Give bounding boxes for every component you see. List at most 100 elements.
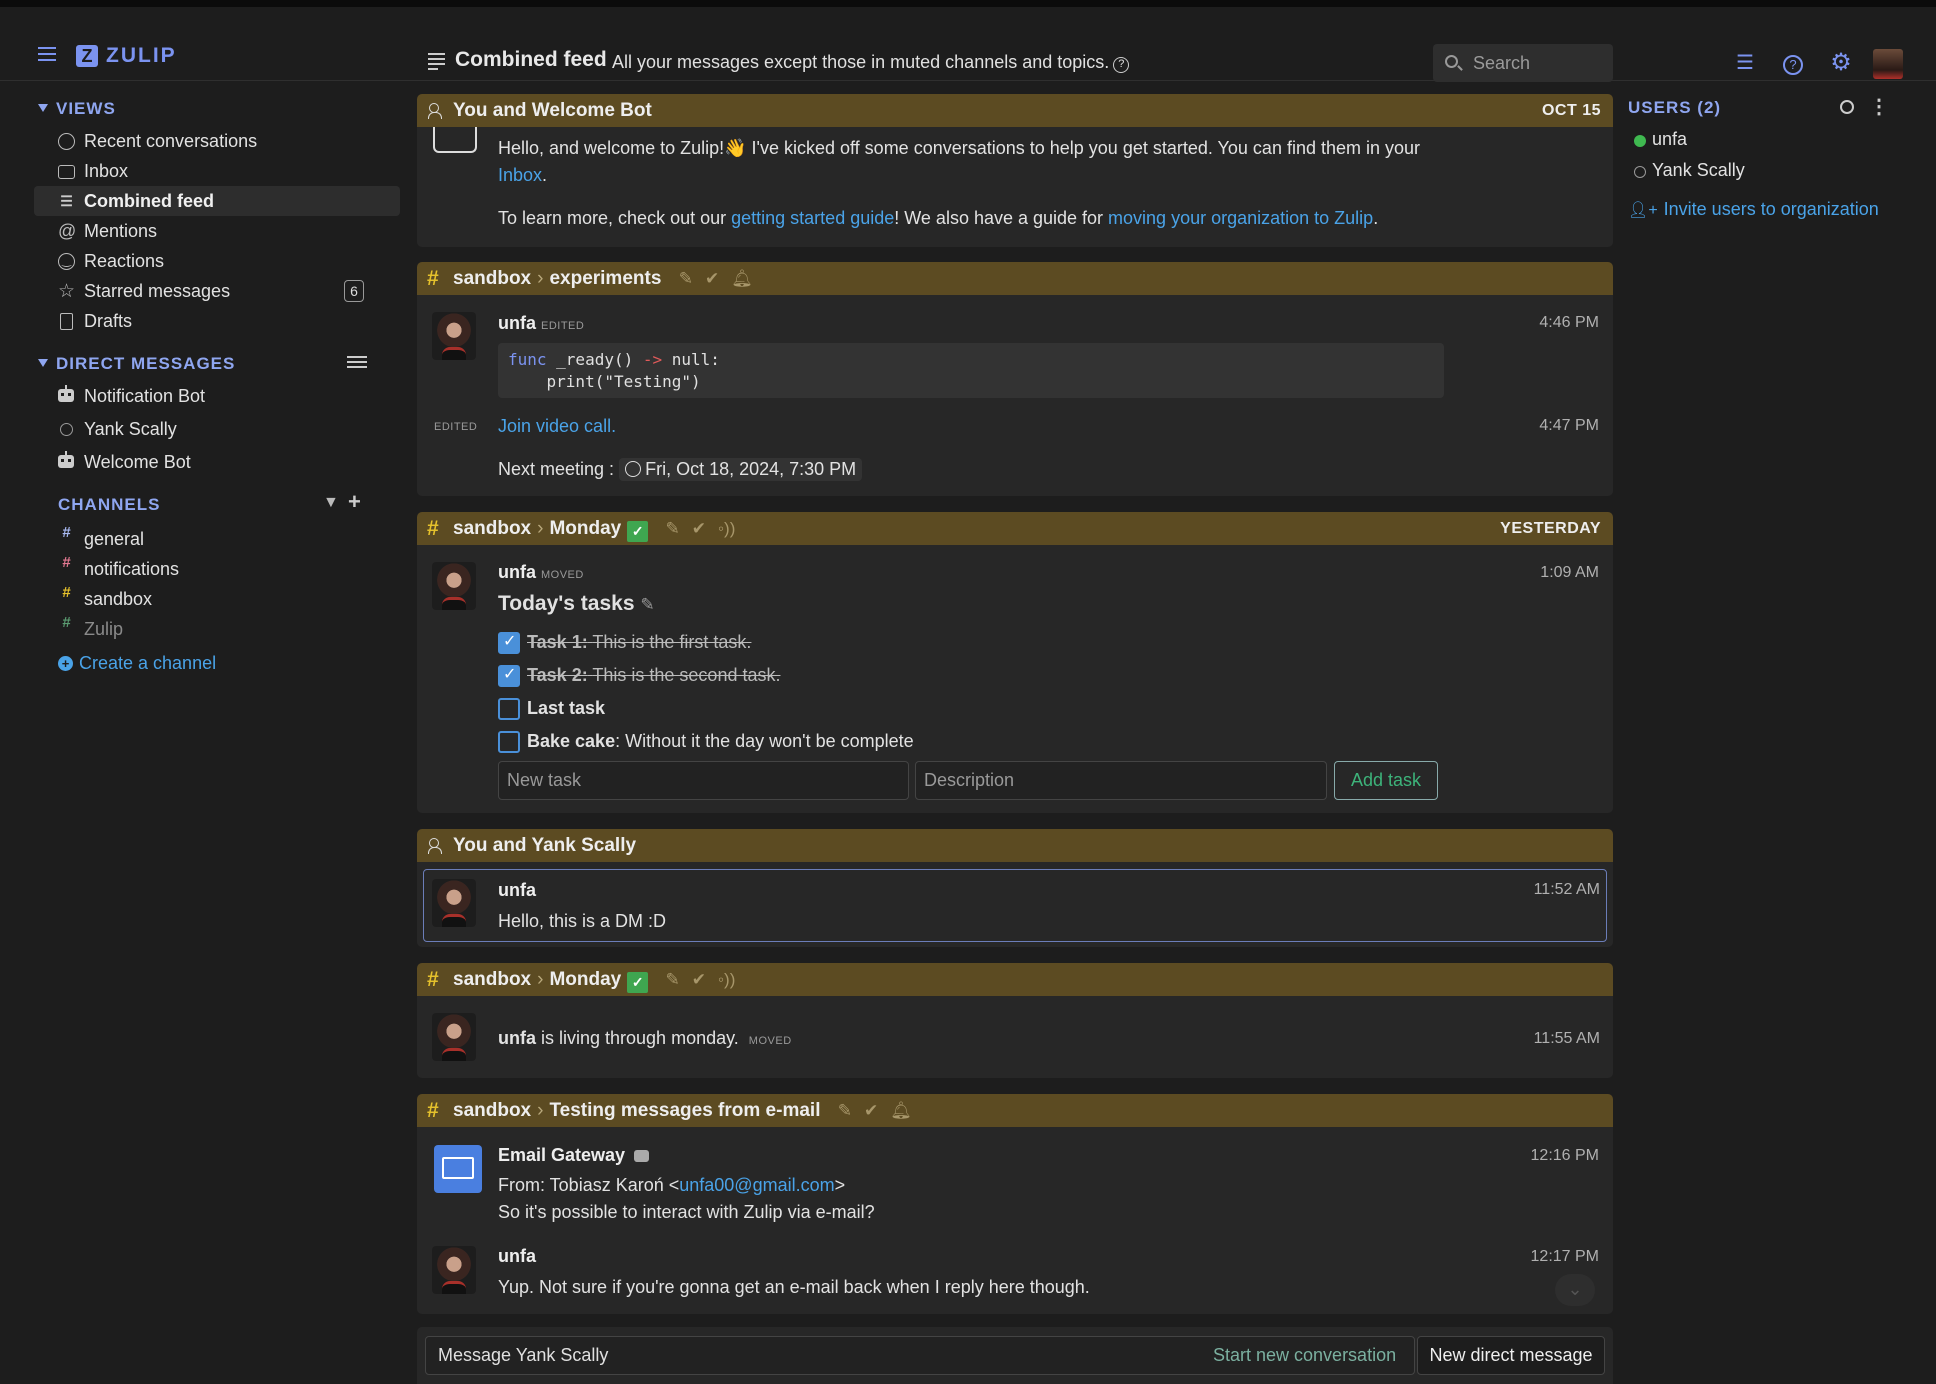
sidebar-item-combined-feed[interactable]: ☰ Combined feed <box>34 186 400 216</box>
channel-item-notifications[interactable]: # notifications <box>34 554 400 584</box>
next-meeting-line: Next meeting : Fri, Oct 18, 2024, 7:30 P… <box>498 458 863 481</box>
task-checkbox[interactable] <box>498 631 520 654</box>
sender-name[interactable]: unfa <box>498 880 536 901</box>
task-checkbox[interactable] <box>498 731 520 753</box>
recipient-header-sandbox-monday-2[interactable]: # sandbox › Monday ✓ ✎ ✔ ◦)) <box>417 963 1613 996</box>
sidebar-item-recent-conversations[interactable]: Recent conversations <box>34 126 400 156</box>
resolve-check-icon[interactable]: ✔ <box>692 519 706 538</box>
add-task-button[interactable]: Add task <box>1334 761 1438 800</box>
hamburger-menu-icon[interactable] <box>38 47 56 61</box>
follow-icon[interactable]: ◦)) <box>718 970 735 989</box>
recipient-header-sandbox-experiments[interactable]: # sandbox › experiments ✎ ✔ 🔔︎ <box>417 262 1613 295</box>
message-time[interactable]: 12:17 PM <box>1531 1248 1599 1266</box>
user-item-unfa[interactable]: unfa <box>1634 129 1687 150</box>
sidebar-item-starred-messages[interactable]: ☆ Starred messages 6 <box>34 276 400 306</box>
views-header[interactable]: VIEWS <box>38 99 116 119</box>
resolve-check-icon[interactable]: ✔ <box>705 269 719 288</box>
topic-name[interactable]: Monday <box>549 518 621 539</box>
pencil-icon[interactable]: ✎ <box>679 269 693 288</box>
sidebar-item-reactions[interactable]: ‿ Reactions <box>34 246 400 276</box>
add-channel-plus-icon[interactable]: + <box>348 489 361 515</box>
message-time[interactable]: 11:52 AM <box>1534 881 1600 899</box>
bell-icon[interactable]: 🔔︎ <box>890 1101 912 1120</box>
create-channel-label: Create a channel <box>79 653 217 673</box>
dm-list-icon[interactable] <box>347 356 367 370</box>
sidebar-item-inbox[interactable]: Inbox <box>34 156 400 186</box>
task-description-input[interactable]: Description <box>915 761 1327 800</box>
help-question-icon[interactable]: ? <box>1113 57 1130 73</box>
avatar[interactable] <box>432 1246 476 1294</box>
sender-name[interactable]: Email Gateway <box>498 1145 650 1166</box>
clock-icon <box>625 461 642 477</box>
bell-icon[interactable]: 🔔︎ <box>731 269 753 288</box>
avatar[interactable] <box>432 1013 476 1061</box>
search-input[interactable] <box>1473 44 1608 82</box>
dm-item-yank-scally[interactable]: Yank Scally <box>34 414 400 444</box>
direct-messages-header[interactable]: DIRECT MESSAGES <box>38 354 235 374</box>
recipient-header-sandbox-monday[interactable]: # sandbox › Monday ✓ ✎ ✔ ◦)) YESTERDAY <box>417 512 1613 545</box>
topic-name[interactable]: Testing messages from e-mail <box>549 1100 820 1121</box>
sender-name[interactable]: unfa <box>498 1028 536 1048</box>
scroll-to-bottom-chevron-icon[interactable]: ⌄ <box>1555 1274 1595 1306</box>
follow-icon[interactable]: ◦)) <box>718 519 735 538</box>
channels-header[interactable]: CHANNELS <box>58 495 160 515</box>
message-time[interactable]: 1:09 AM <box>1540 564 1599 582</box>
channel-name[interactable]: sandbox <box>453 969 531 990</box>
moving-organization-link[interactable]: moving your organization to Zulip <box>1108 208 1373 228</box>
start-new-conversation-button[interactable]: Start new conversation <box>1213 1336 1396 1375</box>
sender-name[interactable]: unfa EDITED <box>498 313 584 334</box>
channel-name[interactable]: sandbox <box>453 268 531 289</box>
pencil-icon[interactable]: ✎ <box>838 1101 852 1120</box>
message-time[interactable]: 12:16 PM <box>1531 1147 1599 1165</box>
resolve-check-icon[interactable]: ✔ <box>864 1101 878 1120</box>
topic-name[interactable]: experiments <box>549 268 661 289</box>
recipient-header-yank-scally[interactable]: You and Yank Scally <box>417 829 1613 862</box>
sidebar-item-drafts[interactable]: Drafts <box>34 306 400 336</box>
message-time[interactable]: 11:55 AM <box>1534 1030 1600 1048</box>
resolve-check-icon[interactable]: ✔ <box>692 970 706 989</box>
task-checkbox[interactable] <box>498 698 520 720</box>
recipient-header-sandbox-email[interactable]: # sandbox › Testing messages from e-mail ✎… <box>417 1094 1613 1127</box>
filter-icon[interactable]: ▼ <box>323 494 339 512</box>
avatar[interactable] <box>432 879 476 927</box>
new-direct-message-button[interactable]: New direct message <box>1417 1336 1605 1375</box>
task-checkbox[interactable] <box>498 664 520 687</box>
create-channel-link[interactable]: + Create a channel <box>58 653 216 674</box>
channel-name[interactable]: sandbox <box>453 518 531 539</box>
message-time[interactable]: 4:46 PM <box>1539 314 1599 332</box>
pencil-icon[interactable]: ✎ <box>666 519 680 538</box>
email-gateway-avatar[interactable] <box>434 1145 482 1193</box>
avatar[interactable] <box>1873 49 1903 79</box>
channel-item-zulip[interactable]: # Zulip <box>34 614 400 644</box>
channel-name[interactable]: sandbox <box>453 1100 531 1121</box>
getting-started-guide-link[interactable]: getting started guide <box>731 208 894 228</box>
avatar[interactable] <box>432 312 476 360</box>
search-box[interactable] <box>1433 44 1613 82</box>
zulip-logo[interactable]: Z ZULIP <box>76 44 177 68</box>
dm-item-welcome-bot[interactable]: Welcome Bot <box>34 447 400 477</box>
sidebar-item-mentions[interactable]: @ Mentions <box>34 216 400 246</box>
user-item-yank-scally[interactable]: Yank Scally <box>1634 160 1745 181</box>
inbox-link[interactable]: Inbox <box>498 165 542 185</box>
join-video-call-link[interactable]: Join video call. <box>498 416 616 436</box>
email-link[interactable]: unfa00@gmail.com <box>679 1175 834 1195</box>
help-icon[interactable]: ? <box>1781 51 1805 75</box>
new-task-input[interactable]: New task <box>498 761 909 800</box>
pencil-icon[interactable]: ✎ <box>666 970 680 989</box>
user-list-toggle-icon[interactable]: ☰ <box>1733 51 1757 75</box>
meeting-time-chip[interactable]: Fri, Oct 18, 2024, 7:30 PM <box>619 458 863 481</box>
dm-item-notification-bot[interactable]: Notification Bot <box>34 381 400 411</box>
pencil-icon[interactable]: ✎ <box>640 595 654 614</box>
invite-users-link[interactable]: 👤︎+ Invite users to organization <box>1628 199 1879 220</box>
channel-item-sandbox[interactable]: # sandbox <box>34 584 400 614</box>
sender-name[interactable]: unfa MOVED <box>498 562 584 583</box>
more-options-icon[interactable]: ⋮ <box>1869 97 1889 117</box>
recipient-header-welcome-bot[interactable]: You and Welcome Bot OCT 15 <box>417 94 1613 127</box>
avatar[interactable] <box>432 562 476 610</box>
message-time[interactable]: 4:47 PM <box>1539 417 1599 435</box>
channel-item-general[interactable]: # general <box>34 524 400 554</box>
gear-icon[interactable]: ⚙ <box>1829 51 1853 75</box>
topic-name[interactable]: Monday <box>549 969 621 990</box>
sender-name[interactable]: unfa <box>498 1246 536 1267</box>
search-icon[interactable] <box>1840 100 1854 114</box>
